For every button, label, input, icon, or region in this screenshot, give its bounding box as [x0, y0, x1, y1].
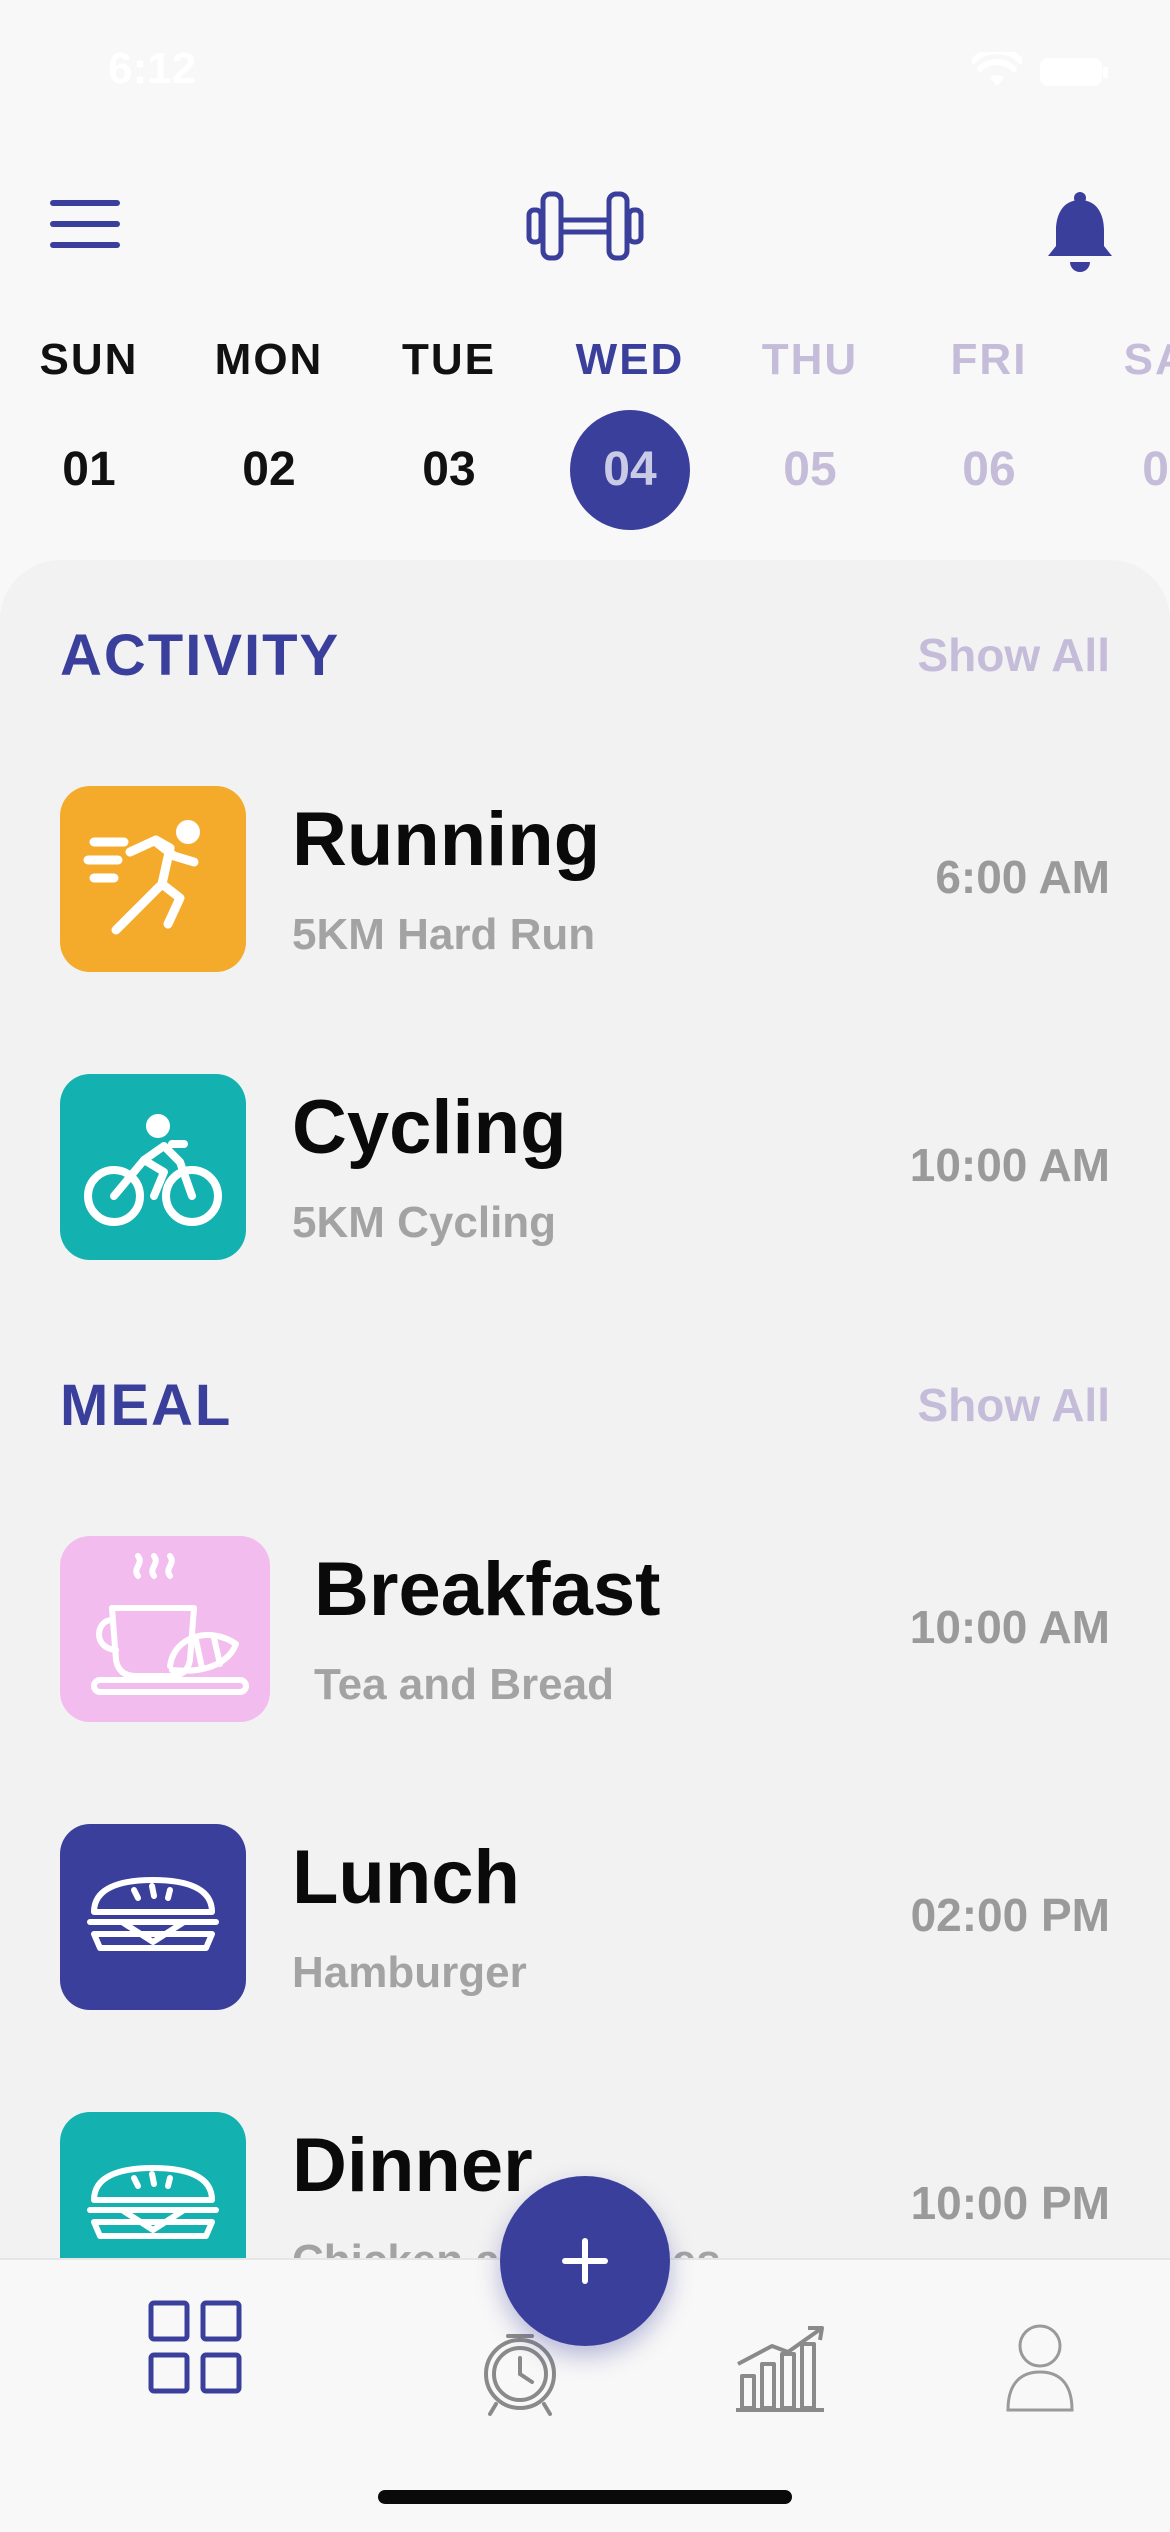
item-time: 10:00 PM	[910, 2177, 1110, 2229]
day-fri[interactable]: FRI 06	[919, 330, 1059, 530]
day-name: FRI	[950, 335, 1028, 384]
cycling-icon	[60, 1074, 246, 1260]
menu-icon[interactable]	[50, 200, 120, 250]
list-item-breakfast[interactable]: Breakfast Tea and Bread 10:00 AM	[60, 1536, 1110, 1726]
day-number: 06	[962, 443, 1016, 496]
day-number: 01	[62, 443, 116, 496]
day-name: THU	[761, 335, 859, 384]
dashboard-icon[interactable]	[148, 2300, 242, 2394]
item-title: Dinner	[292, 2123, 533, 2208]
content-card: ACTIVITY Show All Running 5KM Hard Run 6…	[0, 560, 1170, 2260]
day-number: 03	[422, 443, 476, 496]
item-subtitle: Hamburger	[292, 1948, 527, 1997]
meal-show-all-link[interactable]: Show All	[917, 1378, 1110, 1432]
bell-icon[interactable]	[1044, 190, 1116, 274]
day-tue[interactable]: TUE 03	[379, 330, 519, 530]
week-strip: SUN 01 MON 02 TUE 03 WED 04 THU 05 FRI 0…	[0, 330, 1170, 550]
activity-section-header: ACTIVITY Show All	[60, 612, 1110, 692]
plus-icon-vertical	[582, 2238, 588, 2284]
stats-icon[interactable]	[732, 2324, 828, 2412]
day-number-selected: 04	[570, 410, 690, 530]
day-thu[interactable]: THU 05	[740, 330, 880, 530]
item-subtitle: 5KM Cycling	[292, 1198, 557, 1247]
breakfast-icon	[60, 1536, 270, 1722]
add-button[interactable]	[500, 2176, 670, 2346]
day-name: WED	[575, 335, 685, 384]
profile-icon[interactable]	[1004, 2322, 1076, 2414]
day-number: 07	[1142, 443, 1170, 496]
day-sun[interactable]: SUN 01	[19, 330, 159, 530]
day-number: 05	[783, 443, 837, 496]
list-item-running[interactable]: Running 5KM Hard Run 6:00 AM	[60, 786, 1110, 976]
dumbbell-icon	[526, 191, 644, 261]
item-title: Cycling	[292, 1085, 567, 1170]
item-title: Running	[292, 797, 601, 882]
item-title: Breakfast	[314, 1547, 661, 1632]
section-title: ACTIVITY	[60, 623, 341, 688]
day-name: SAT	[1123, 335, 1170, 384]
running-icon	[60, 786, 246, 972]
list-item-lunch[interactable]: Lunch Hamburger 02:00 PM	[60, 1824, 1110, 2014]
burger-icon	[60, 2112, 246, 2260]
day-name: MON	[214, 335, 324, 384]
item-time: 6:00 AM	[935, 851, 1110, 903]
item-subtitle: Tea and Bread	[314, 1660, 614, 1709]
app-header	[0, 150, 1170, 300]
battery-icon	[1040, 58, 1108, 86]
burger-icon	[60, 1824, 246, 2010]
activity-show-all-link[interactable]: Show All	[917, 628, 1110, 682]
day-mon[interactable]: MON 02	[199, 330, 339, 530]
list-item-cycling[interactable]: Cycling 5KM Cycling 10:00 AM	[60, 1074, 1110, 1264]
item-subtitle: 5KM Hard Run	[292, 910, 596, 959]
day-name: TUE	[402, 335, 496, 384]
home-indicator	[378, 2490, 792, 2504]
day-wed[interactable]: WED 04	[560, 330, 700, 530]
item-time: 10:00 AM	[909, 1601, 1110, 1653]
day-number: 02	[242, 443, 296, 496]
status-time: 6:12	[108, 44, 197, 93]
item-time: 02:00 PM	[910, 1889, 1110, 1941]
meal-section-header: MEAL Show All	[60, 1362, 1110, 1442]
item-time: 10:00 AM	[909, 1139, 1110, 1191]
day-sat[interactable]: SAT 07	[1099, 330, 1170, 530]
item-title: Lunch	[292, 1835, 520, 1920]
day-name: SUN	[39, 335, 139, 384]
wifi-icon	[972, 52, 1022, 86]
status-bar: 6:12	[0, 0, 1170, 140]
section-title: MEAL	[60, 1373, 233, 1438]
